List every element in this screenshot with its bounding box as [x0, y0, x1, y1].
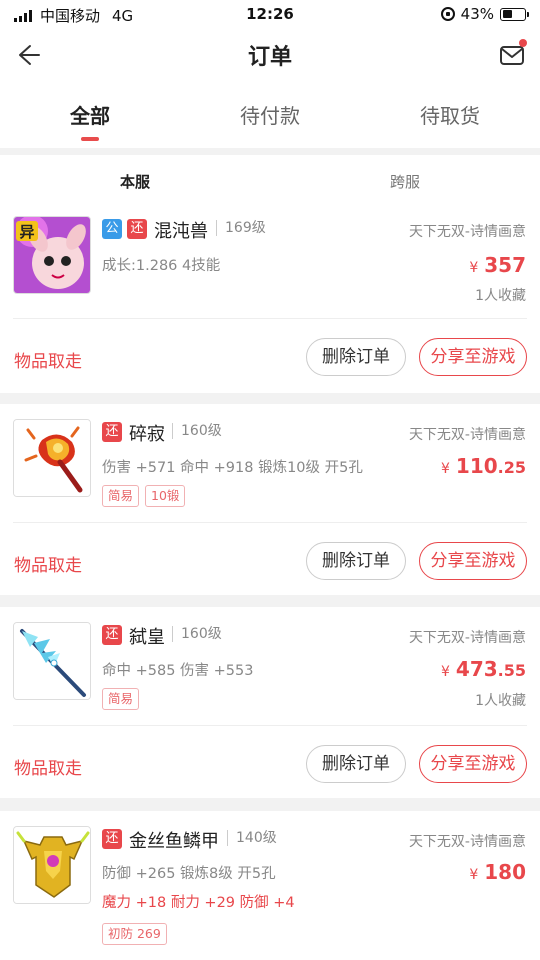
- currency-symbol: ¥: [469, 867, 479, 883]
- item-desc: 防御 +265 锻炼8级 开5孔: [102, 866, 276, 882]
- divider: [13, 725, 527, 726]
- item-thumbnail: [13, 622, 91, 700]
- pickup-status: 物品取走: [14, 759, 82, 779]
- battery-percent: 43%: [460, 5, 494, 23]
- tab-pending-pickup[interactable]: 待取货: [360, 100, 540, 129]
- server-name: 天下无双-诗情画意: [408, 834, 526, 850]
- item-desc: 伤害 +571 命中 +918 锻炼10级 开5孔: [102, 460, 363, 476]
- active-tab-indicator: [81, 137, 99, 141]
- price-decimal: .55: [497, 661, 526, 680]
- price-integer: 473: [455, 657, 498, 681]
- tag: 简易: [102, 485, 140, 507]
- pickup-status: 物品取走: [14, 352, 82, 372]
- delete-order-button[interactable]: 删除订单: [306, 338, 406, 376]
- orientation-lock-icon: [440, 7, 455, 21]
- return-badge: 还: [127, 219, 147, 239]
- public-badge: 公: [102, 219, 122, 239]
- return-badge: 还: [102, 422, 122, 442]
- delete-order-button[interactable]: 删除订单: [306, 542, 406, 580]
- order-card[interactable]: 还 金丝鱼鳞甲 140级 天下无双-诗情画意 防御 +265 锻炼8级 开5孔 …: [0, 811, 540, 960]
- status-bar: 中国移动 4G 12:26 43%: [0, 0, 540, 30]
- item-name: 金丝鱼鳞甲: [129, 831, 219, 852]
- item-price: ¥473.55: [441, 657, 526, 681]
- item-level: 140级: [227, 830, 277, 846]
- battery-level: [502, 10, 512, 18]
- return-badge: 还: [102, 625, 122, 645]
- currency-symbol: ¥: [440, 461, 450, 477]
- pickup-status: 物品取走: [14, 556, 82, 576]
- item-name: 混沌兽: [154, 221, 208, 242]
- tab-pending-payment[interactable]: 待付款: [180, 100, 360, 129]
- currency-symbol: ¥: [440, 664, 450, 680]
- nav-bar: 订单: [0, 30, 540, 80]
- item-price: ¥357: [469, 253, 526, 277]
- tag: 10锻: [145, 485, 186, 507]
- delete-order-button[interactable]: 删除订单: [306, 745, 406, 783]
- favorites-count: 1人收藏: [475, 288, 526, 304]
- currency-symbol: ¥: [469, 260, 479, 276]
- item-tags: 简易: [102, 688, 140, 710]
- item-level: 160级: [172, 626, 222, 642]
- item-thumbnail: [13, 419, 91, 497]
- pet-image-icon: 异: [14, 217, 90, 293]
- page-title: 订单: [247, 45, 292, 70]
- item-thumbnail: 异: [13, 216, 91, 294]
- order-card[interactable]: 异 公 还 混沌兽 169级 天下无双-诗情画意 成长:1.286 4技能 ¥3…: [0, 201, 540, 393]
- battery-icon: [500, 7, 529, 21]
- tag: 简易: [102, 688, 140, 710]
- divider: [13, 522, 527, 523]
- price-integer: 110: [455, 454, 498, 478]
- return-badge: 还: [102, 829, 122, 849]
- item-thumbnail: [13, 826, 91, 904]
- tag: 初防 269: [102, 923, 167, 945]
- subtab-cross-server[interactable]: 跨服: [270, 171, 540, 192]
- server-name: 天下无双-诗情画意: [408, 224, 526, 240]
- price-decimal: .25: [497, 458, 526, 477]
- share-to-game-button[interactable]: 分享至游戏: [419, 338, 527, 376]
- share-to-game-button[interactable]: 分享至游戏: [419, 542, 527, 580]
- svg-text:异: 异: [19, 223, 34, 241]
- order-tabs: 全部 待付款 待取货: [0, 80, 540, 148]
- item-price: ¥110.25: [441, 454, 526, 478]
- item-price: ¥180: [469, 860, 526, 884]
- server-tabs: 本服 跨服: [0, 155, 540, 201]
- item-tags: 初防 269: [102, 923, 167, 945]
- divider: [13, 318, 527, 319]
- item-tags: 简易 10锻: [102, 485, 186, 507]
- item-name: 弑皇: [129, 627, 165, 648]
- server-name: 天下无双-诗情画意: [408, 630, 526, 646]
- server-name: 天下无双-诗情画意: [408, 427, 526, 443]
- subtab-this-server[interactable]: 本服: [0, 171, 270, 192]
- tab-all[interactable]: 全部: [0, 100, 180, 129]
- weapon-image-icon: [14, 420, 90, 496]
- price-integer: 180: [484, 860, 526, 884]
- item-bonus-attrs: 魔力 +18 耐力 +29 防御 +4: [102, 895, 295, 911]
- item-level: 169级: [216, 220, 266, 236]
- message-icon[interactable]: [498, 39, 528, 69]
- item-desc: 成长:1.286 4技能: [102, 258, 221, 274]
- armor-image-icon: [14, 827, 90, 903]
- share-to-game-button[interactable]: 分享至游戏: [419, 745, 527, 783]
- order-card[interactable]: 还 弑皇 160级 天下无双-诗情画意 命中 +585 伤害 +553 ¥473…: [0, 607, 540, 798]
- item-desc: 命中 +585 伤害 +553: [102, 663, 254, 679]
- order-card[interactable]: 还 碎寂 160级 天下无双-诗情画意 伤害 +571 命中 +918 锻炼10…: [0, 404, 540, 595]
- favorites-count: 1人收藏: [475, 693, 526, 709]
- item-level: 160级: [172, 423, 222, 439]
- item-name: 碎寂: [129, 424, 165, 445]
- spear-image-icon: [14, 623, 90, 699]
- price-integer: 357: [484, 253, 526, 277]
